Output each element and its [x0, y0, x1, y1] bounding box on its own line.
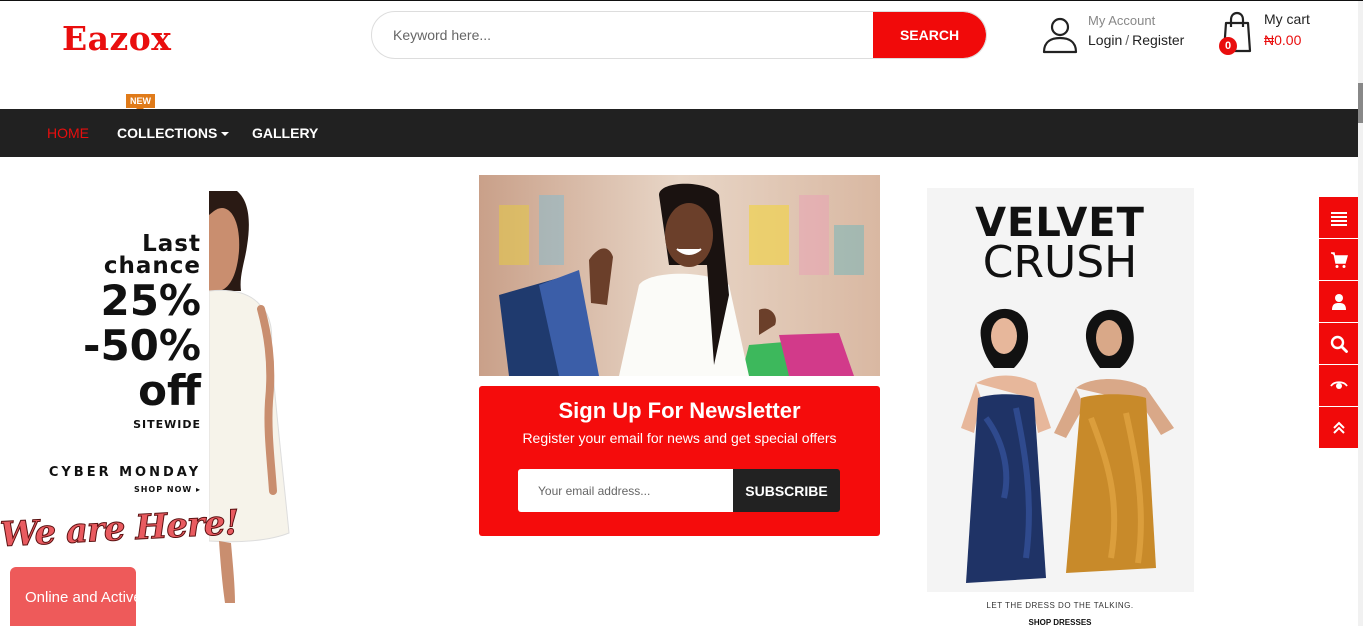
newsletter-box: Sign Up For Newsletter Register your ema…: [479, 386, 880, 536]
eye-icon[interactable]: [1319, 365, 1359, 406]
page-scrollbar[interactable]: [1358, 1, 1363, 626]
left-promo-banner[interactable]: Last chance 25% -50% off SITEWIDE CYBER …: [0, 191, 290, 603]
promo-shop-now: SHOP NOW ▸: [133, 485, 201, 494]
subscribe-button[interactable]: SUBSCRIBE: [733, 469, 840, 512]
promo-cyber-monday: CYBER MONDAY: [48, 465, 201, 480]
right-promo-banner[interactable]: VELVET CRUSH LET THE DRESS DO THE TALKIN…: [906, 173, 1214, 626]
scrollbar-thumb[interactable]: [1358, 83, 1363, 123]
search-icon[interactable]: [1319, 323, 1359, 364]
nav-item-home[interactable]: HOME: [47, 125, 89, 141]
promo-sitewide: SITEWIDE: [133, 418, 201, 431]
cart-icon[interactable]: [1319, 239, 1359, 280]
user-icon[interactable]: [1040, 15, 1080, 55]
nav-item-gallery[interactable]: GALLERY: [252, 125, 318, 141]
live-chat-tab[interactable]: Online and Active: [10, 567, 136, 626]
account-label: My Account: [1088, 13, 1156, 28]
promo-pct-25: 25%: [100, 276, 201, 325]
side-toolbar: [1319, 197, 1359, 449]
account-block: My Account Login / Register: [1040, 13, 1184, 55]
login-register-separator: /: [1125, 32, 1130, 48]
chevron-down-icon: [221, 132, 230, 137]
shop-dresses-link[interactable]: SHOP DRESSES: [906, 618, 1214, 626]
shopping-bag-icon[interactable]: 0: [1218, 11, 1256, 55]
nav-item-collections-label: COLLECTIONS: [117, 125, 218, 141]
cart-label: My cart: [1264, 11, 1310, 27]
newsletter-title: Sign Up For Newsletter: [558, 398, 801, 423]
cart-block[interactable]: 0 My cart ₦0.00: [1218, 11, 1310, 55]
we-are-here-text: We are Here!: [0, 502, 240, 556]
cart-total: ₦0.00: [1264, 32, 1302, 48]
main-nav: HOME COLLECTIONS GALLERY: [0, 109, 1358, 157]
menu-icon[interactable]: [1319, 197, 1359, 238]
shopping-woman-image: [479, 175, 880, 376]
scroll-top-icon[interactable]: [1319, 407, 1359, 448]
velvet-dress-models-image: [961, 308, 1174, 583]
cart-count-badge: 0: [1219, 37, 1237, 55]
newsletter-subtitle: Register your email for news and get spe…: [522, 430, 837, 446]
search-bar: SEARCH: [371, 11, 987, 59]
promo-last-chance: Last chance: [103, 231, 201, 279]
promo-chance: chance: [103, 253, 201, 279]
user-icon[interactable]: [1319, 281, 1359, 322]
newsletter-form: SUBSCRIBE: [518, 469, 840, 512]
promo-pct-50: -50%: [83, 321, 201, 370]
promo-last: Last: [142, 231, 201, 257]
search-button[interactable]: SEARCH: [873, 12, 986, 58]
promo-off: off: [138, 366, 201, 415]
new-badge: NEW: [126, 94, 155, 112]
nav-item-collections[interactable]: COLLECTIONS: [117, 125, 230, 141]
search-input[interactable]: [372, 12, 873, 58]
crush-title: CRUSH: [982, 237, 1138, 288]
login-link[interactable]: Login: [1088, 32, 1122, 48]
register-link[interactable]: Register: [1132, 32, 1184, 48]
site-logo[interactable]: Eazox: [62, 19, 171, 58]
velvet-tagline: LET THE DRESS DO THE TALKING.: [986, 601, 1134, 610]
newsletter-email-input[interactable]: [518, 469, 733, 512]
